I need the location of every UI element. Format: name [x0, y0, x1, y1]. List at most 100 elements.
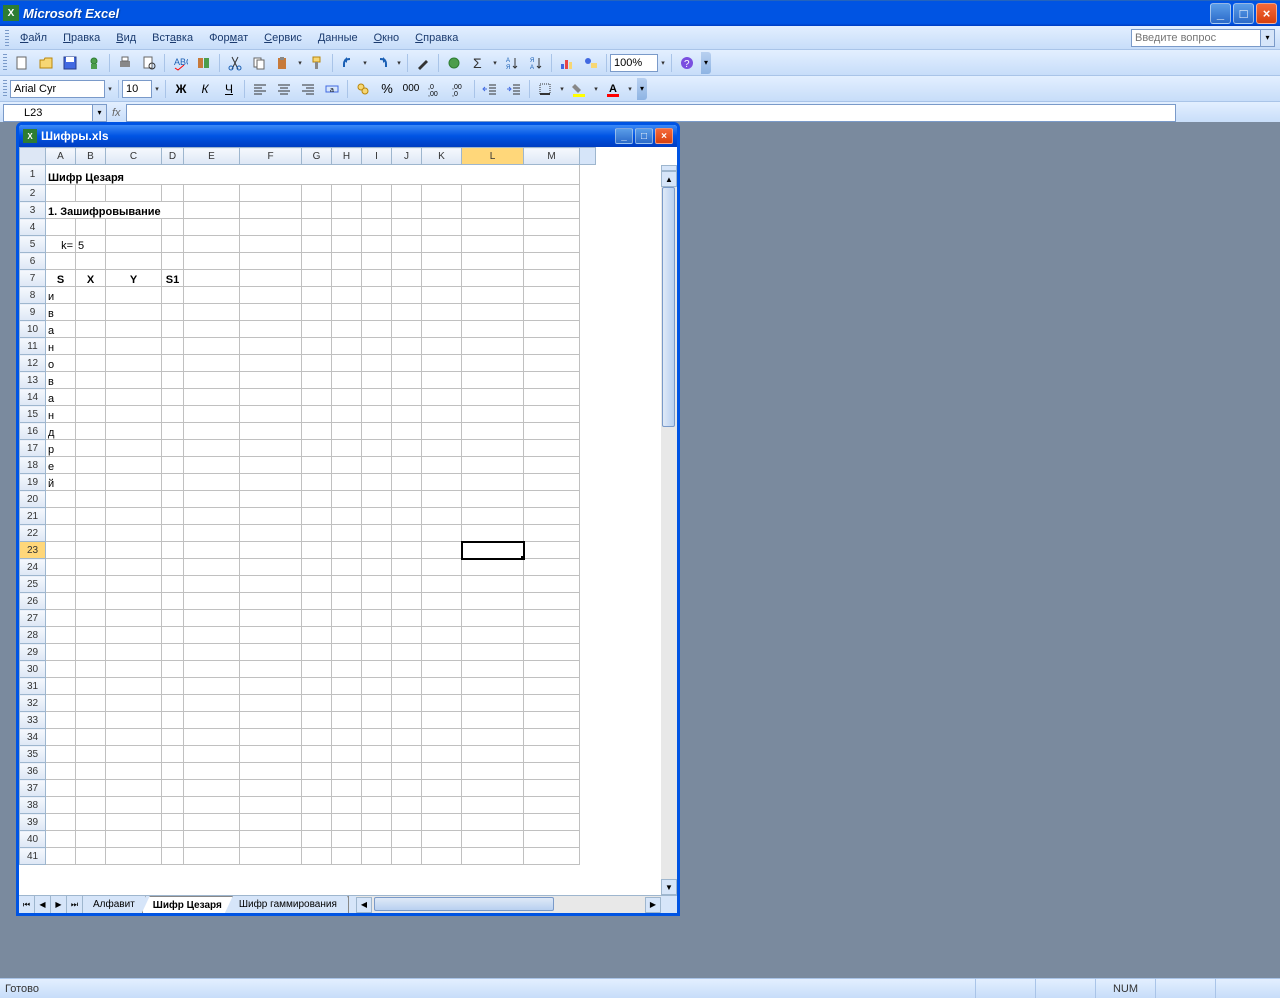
autosum-icon[interactable]: Σ — [467, 52, 489, 74]
cell-M35[interactable] — [524, 746, 580, 763]
cell-G26[interactable] — [302, 593, 332, 610]
cell-J3[interactable] — [392, 202, 422, 219]
toolbar-grip[interactable] — [3, 80, 7, 98]
cell-L28[interactable] — [462, 627, 524, 644]
cell-H26[interactable] — [332, 593, 362, 610]
save-icon[interactable] — [59, 52, 81, 74]
cell-L3[interactable] — [462, 202, 524, 219]
cell-C5[interactable] — [106, 236, 162, 253]
horizontal-scrollbar[interactable]: ◀ ▶ — [356, 896, 661, 913]
row-header-18[interactable]: 18 — [20, 457, 46, 474]
cell-H37[interactable] — [332, 780, 362, 797]
cell-L18[interactable] — [462, 457, 524, 474]
menu-window[interactable]: Окно — [366, 29, 408, 47]
cell-F35[interactable] — [240, 746, 302, 763]
cell-L23[interactable] — [462, 542, 524, 559]
cell-H39[interactable] — [332, 814, 362, 831]
cell-E34[interactable] — [184, 729, 240, 746]
cell-K41[interactable] — [422, 848, 462, 865]
cell-G33[interactable] — [302, 712, 332, 729]
cell-I39[interactable] — [362, 814, 392, 831]
cell-C6[interactable] — [106, 253, 162, 270]
cell-D6[interactable] — [162, 253, 184, 270]
cell-J37[interactable] — [392, 780, 422, 797]
col-header-C[interactable]: C — [106, 148, 162, 165]
cell-K16[interactable] — [422, 423, 462, 440]
cell-A5[interactable]: k= — [46, 236, 76, 253]
col-header-H[interactable]: H — [332, 148, 362, 165]
cell-B10[interactable] — [76, 321, 106, 338]
cell-E28[interactable] — [184, 627, 240, 644]
cell-I29[interactable] — [362, 644, 392, 661]
cell-A34[interactable] — [46, 729, 76, 746]
cell-G20[interactable] — [302, 491, 332, 508]
row-header-33[interactable]: 33 — [20, 712, 46, 729]
cell-D26[interactable] — [162, 593, 184, 610]
cell-C12[interactable] — [106, 355, 162, 372]
row-header-24[interactable]: 24 — [20, 559, 46, 576]
cell-K9[interactable] — [422, 304, 462, 321]
row-header-13[interactable]: 13 — [20, 372, 46, 389]
cell-H33[interactable] — [332, 712, 362, 729]
cell-J8[interactable] — [392, 287, 422, 304]
cell-F28[interactable] — [240, 627, 302, 644]
cell-L11[interactable] — [462, 338, 524, 355]
cell-F11[interactable] — [240, 338, 302, 355]
cell-D23[interactable] — [162, 542, 184, 559]
toolbar-grip[interactable] — [3, 54, 7, 72]
cell-G35[interactable] — [302, 746, 332, 763]
cell-G17[interactable] — [302, 440, 332, 457]
cell-J30[interactable] — [392, 661, 422, 678]
cell-K33[interactable] — [422, 712, 462, 729]
cell-E14[interactable] — [184, 389, 240, 406]
col-header-L[interactable]: L — [462, 148, 524, 165]
row-header-1[interactable]: 1 — [20, 165, 46, 185]
cell-M31[interactable] — [524, 678, 580, 695]
cell-D11[interactable] — [162, 338, 184, 355]
cell-H29[interactable] — [332, 644, 362, 661]
cell-E17[interactable] — [184, 440, 240, 457]
cell-E31[interactable] — [184, 678, 240, 695]
cell-H20[interactable] — [332, 491, 362, 508]
cell-A3[interactable]: 1. Зашифровывание — [46, 202, 184, 219]
cell-K23[interactable] — [422, 542, 462, 559]
row-header-16[interactable]: 16 — [20, 423, 46, 440]
cell-G18[interactable] — [302, 457, 332, 474]
cell-E37[interactable] — [184, 780, 240, 797]
cell-A27[interactable] — [46, 610, 76, 627]
align-left-icon[interactable] — [249, 78, 271, 100]
cell-F23[interactable] — [240, 542, 302, 559]
currency-icon[interactable] — [352, 78, 374, 100]
cell-A13[interactable]: в — [46, 372, 76, 389]
cell-G37[interactable] — [302, 780, 332, 797]
cell-J31[interactable] — [392, 678, 422, 695]
cell-M28[interactable] — [524, 627, 580, 644]
cell-H14[interactable] — [332, 389, 362, 406]
close-button[interactable]: × — [1256, 3, 1277, 24]
cell-K37[interactable] — [422, 780, 462, 797]
cell-B5[interactable]: 5 — [76, 236, 106, 253]
row-header-35[interactable]: 35 — [20, 746, 46, 763]
menu-edit[interactable]: Правка — [55, 29, 108, 47]
tab-last-button[interactable]: ⏭ — [67, 896, 83, 913]
col-header-A[interactable]: A — [46, 148, 76, 165]
cell-B13[interactable] — [76, 372, 106, 389]
cell-E24[interactable] — [184, 559, 240, 576]
cell-H4[interactable] — [332, 219, 362, 236]
spreadsheet-grid[interactable]: ABCDEFGHIJKLM1Шифр Цезаря231. Зашифровыв… — [19, 147, 596, 865]
row-header-32[interactable]: 32 — [20, 695, 46, 712]
cell-I13[interactable] — [362, 372, 392, 389]
print-icon[interactable] — [114, 52, 136, 74]
cell-H32[interactable] — [332, 695, 362, 712]
cell-B11[interactable] — [76, 338, 106, 355]
cell-H34[interactable] — [332, 729, 362, 746]
cell-H36[interactable] — [332, 763, 362, 780]
formula-input[interactable] — [126, 104, 1176, 122]
borders-dropdown[interactable]: ▾ — [557, 78, 567, 100]
cell-G31[interactable] — [302, 678, 332, 695]
col-header-E[interactable]: E — [184, 148, 240, 165]
cell-J4[interactable] — [392, 219, 422, 236]
cell-F36[interactable] — [240, 763, 302, 780]
cell-B38[interactable] — [76, 797, 106, 814]
cell-H41[interactable] — [332, 848, 362, 865]
